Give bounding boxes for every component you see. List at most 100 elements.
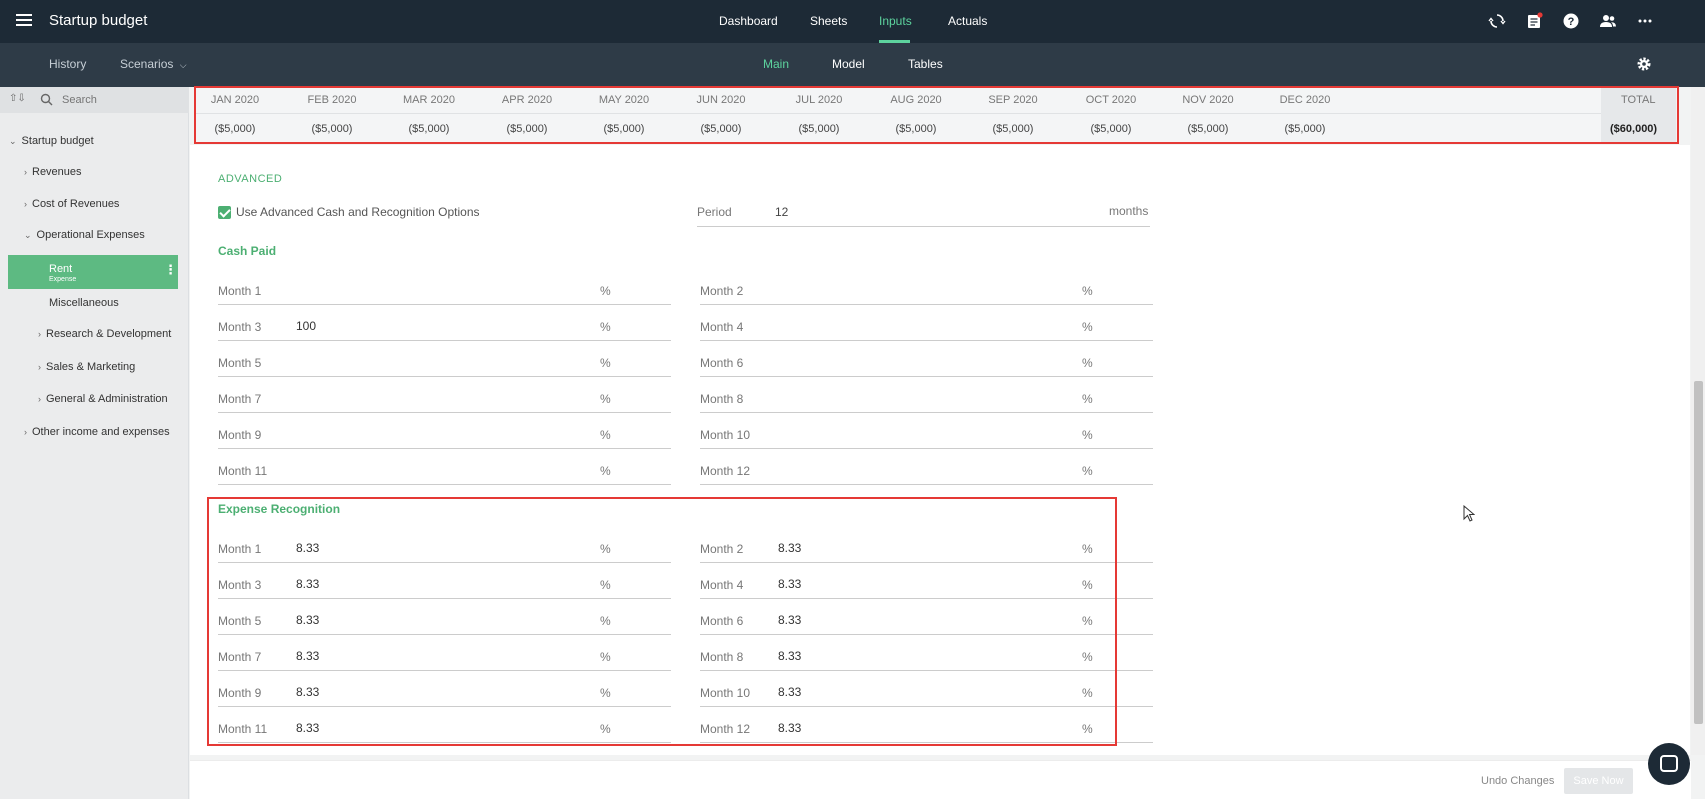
tab-model[interactable]: Model (832, 57, 865, 71)
recognition-input[interactable] (778, 646, 1078, 666)
advanced-options-checkbox[interactable] (218, 206, 231, 219)
tree-item-operational-expenses[interactable]: ⌄ Operational Expenses (24, 229, 145, 241)
field-label: Month 7 (218, 650, 262, 664)
percent-unit: % (1082, 578, 1093, 592)
chevron-right-icon: › (24, 427, 27, 437)
recognition-month-field: Month 8 % (700, 642, 1153, 672)
field-underline (218, 484, 671, 485)
cash-paid-month-field: Month 3 % (218, 312, 671, 342)
tree-item-research-development[interactable]: › Research & Development (38, 328, 171, 340)
scenarios-dropdown[interactable]: Scenarios ⌵ (120, 57, 187, 71)
cash-paid-input[interactable] (296, 316, 596, 336)
kebab-menu-icon[interactable]: ⋮ (164, 262, 177, 278)
recognition-input[interactable] (296, 574, 596, 594)
scrollbar[interactable] (1691, 87, 1705, 755)
svg-text:?: ? (1568, 16, 1575, 28)
recognition-input[interactable] (778, 682, 1078, 702)
recognition-input[interactable] (778, 610, 1078, 630)
tree-item-miscellaneous[interactable]: Miscellaneous (49, 297, 119, 309)
menu-icon[interactable] (16, 14, 32, 27)
percent-unit: % (600, 686, 611, 700)
chat-launcher-button[interactable] (1648, 743, 1690, 785)
cash-paid-month-field: Month 2 % (700, 276, 1153, 306)
field-label: Month 2 (700, 284, 744, 298)
save-now-button[interactable]: Save Now (1564, 768, 1633, 794)
period-input[interactable] (775, 201, 1060, 223)
chevron-down-icon: ⌵ (179, 60, 187, 70)
recognition-input[interactable] (778, 538, 1078, 558)
cash-paid-month-field: Month 10 % (700, 420, 1153, 450)
recognition-month-field: Month 9 % (218, 678, 671, 708)
cash-paid-input[interactable] (778, 316, 1078, 336)
sync-icon[interactable] (1488, 12, 1506, 30)
recognition-input[interactable] (296, 610, 596, 630)
cash-paid-input[interactable] (778, 280, 1078, 300)
month-value: ($5,000) (798, 123, 840, 135)
percent-unit: % (1082, 320, 1093, 334)
tree-item-type: Expense (49, 276, 77, 283)
notifications-icon[interactable] (1525, 12, 1543, 30)
cash-paid-input[interactable] (296, 424, 596, 444)
recognition-month-field: Month 12 % (700, 714, 1153, 744)
undo-changes-button[interactable]: Undo Changes (1481, 775, 1554, 787)
field-label: Month 1 (218, 542, 262, 556)
tree-item-rent[interactable]: Rent Expense ⋮ (8, 255, 178, 289)
history-button[interactable]: History (49, 57, 86, 71)
tree-item-cost-of-revenues[interactable]: › Cost of Revenues (24, 198, 119, 210)
tree-item-other-income[interactable]: › Other income and expenses (24, 426, 170, 438)
recognition-input[interactable] (296, 538, 596, 558)
chevron-down-icon: ⌄ (24, 230, 32, 240)
scrollbar-thumb[interactable] (1694, 381, 1703, 724)
recognition-month-field: Month 10 % (700, 678, 1153, 708)
users-icon[interactable] (1599, 12, 1617, 30)
more-icon[interactable] (1636, 12, 1654, 30)
expand-collapse-icon[interactable]: ⇧⇩ (9, 93, 26, 104)
cash-paid-input[interactable] (778, 352, 1078, 372)
field-underline (218, 340, 671, 341)
recognition-input[interactable] (778, 718, 1078, 738)
field-underline (218, 598, 671, 599)
field-underline (218, 376, 671, 377)
month-header: NOV 2020 (1182, 94, 1234, 106)
tree-item-label: Research & Development (46, 328, 172, 340)
search-input[interactable] (62, 90, 182, 110)
nav-dashboard[interactable]: Dashboard (719, 14, 778, 28)
tree-item-revenues[interactable]: › Revenues (24, 166, 82, 178)
month-value: ($5,000) (1284, 123, 1326, 135)
tab-main[interactable]: Main (763, 57, 789, 71)
field-label: Month 5 (218, 356, 262, 370)
field-underline (700, 706, 1153, 707)
tree-item-startup-budget[interactable]: ⌄ Startup budget (9, 135, 94, 147)
field-underline (218, 562, 671, 563)
nav-sheets[interactable]: Sheets (810, 14, 847, 28)
recognition-input[interactable] (778, 574, 1078, 594)
cash-paid-input[interactable] (778, 388, 1078, 408)
timeline-months-row: JAN 2020 FEB 2020 MAR 2020 APR 2020 MAY … (196, 88, 1676, 114)
month-header: MAY 2020 (598, 94, 650, 106)
percent-unit: % (600, 464, 611, 478)
cash-paid-input[interactable] (296, 388, 596, 408)
gear-icon[interactable] (1636, 56, 1652, 72)
nav-inputs[interactable]: Inputs (879, 14, 912, 28)
cash-paid-input[interactable] (296, 352, 596, 372)
recognition-input[interactable] (296, 682, 596, 702)
tree-item-label: General & Administration (46, 393, 168, 405)
cash-paid-input[interactable] (778, 424, 1078, 444)
total-header: TOTAL (1621, 94, 1656, 106)
cash-paid-month-field: Month 8 % (700, 384, 1153, 414)
field-label: Month 3 (218, 320, 262, 334)
cash-paid-input[interactable] (296, 280, 596, 300)
recognition-input[interactable] (296, 646, 596, 666)
percent-unit: % (1082, 614, 1093, 628)
help-icon[interactable]: ? (1562, 12, 1580, 30)
percent-unit: % (600, 356, 611, 370)
cash-paid-input[interactable] (296, 460, 596, 480)
month-header: DEC 2020 (1279, 94, 1331, 106)
nav-actuals[interactable]: Actuals (948, 14, 987, 28)
tree-item-general-administration[interactable]: › General & Administration (38, 393, 168, 405)
cash-paid-input[interactable] (778, 460, 1078, 480)
tree-item-sales-marketing[interactable]: › Sales & Marketing (38, 361, 135, 373)
tab-tables[interactable]: Tables (908, 57, 943, 71)
recognition-input[interactable] (296, 718, 596, 738)
chevron-right-icon: › (24, 199, 27, 209)
